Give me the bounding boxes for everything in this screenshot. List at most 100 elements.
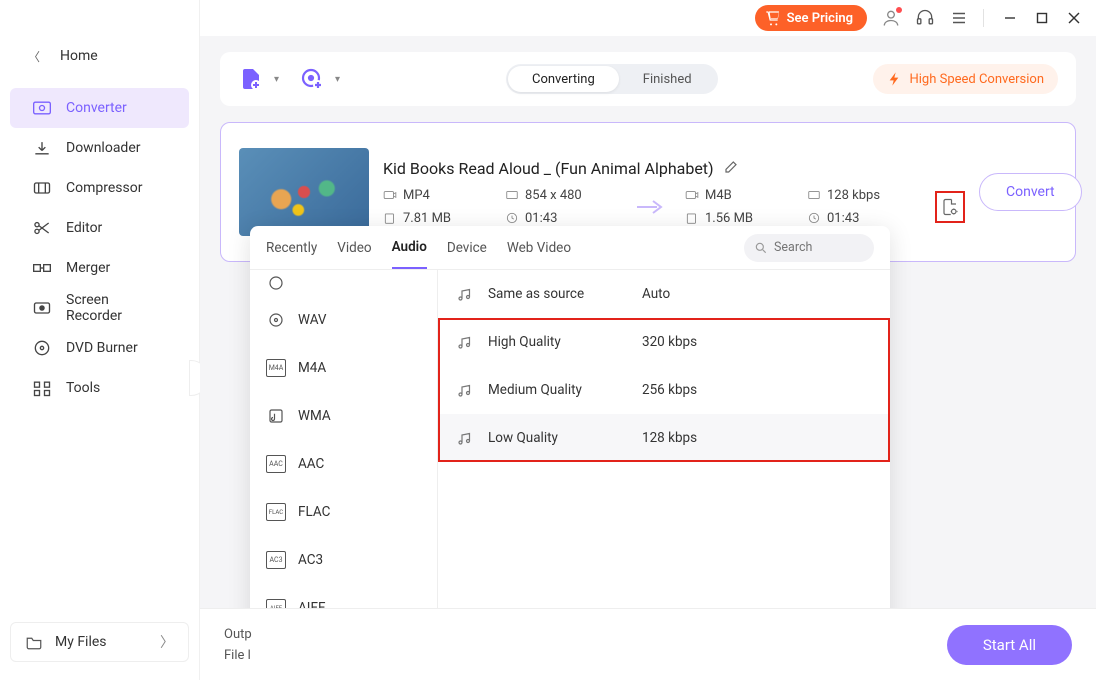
ptab-device[interactable]: Device xyxy=(447,226,487,269)
format-item-m4a[interactable]: M4AM4A xyxy=(250,344,437,392)
account-icon[interactable] xyxy=(881,8,901,28)
see-pricing-button[interactable]: See Pricing xyxy=(755,5,867,31)
separator xyxy=(983,9,984,27)
m4a-icon: M4A xyxy=(266,359,286,377)
add-disc-caret[interactable]: ▾ xyxy=(335,74,340,85)
music-note-icon xyxy=(456,430,474,446)
sidebar-item-screen-recorder[interactable]: Screen Recorder xyxy=(10,288,189,328)
src-size: 7.81 MB xyxy=(403,211,451,226)
back-chevron-icon[interactable]: 〈 xyxy=(28,48,40,65)
search-icon xyxy=(754,241,768,255)
sidebar-item-downloader[interactable]: Downloader xyxy=(10,128,189,168)
add-file-button[interactable] xyxy=(238,66,264,92)
popover-tabs: Recently Video Audio Device Web Video xyxy=(250,226,890,270)
add-file-caret[interactable]: ▾ xyxy=(274,74,279,85)
dst-size: 1.56 MB xyxy=(705,211,753,226)
sidebar-label: Tools xyxy=(66,380,100,396)
ac3-icon: AC3 xyxy=(266,551,286,569)
edit-icon[interactable] xyxy=(722,160,738,176)
output-settings-button[interactable] xyxy=(935,191,965,223)
recorder-icon xyxy=(32,299,52,317)
quality-low[interactable]: Low Quality 128 kbps xyxy=(438,414,890,462)
high-speed-badge[interactable]: High Speed Conversion xyxy=(873,64,1058,94)
sidebar-item-dvd-burner[interactable]: DVD Burner xyxy=(10,328,189,368)
tab-converting[interactable]: Converting xyxy=(508,66,619,92)
file-info-row: MP4 7.81 MB 854 x 480 01:43 M4B 1.56 MB … xyxy=(383,188,965,226)
my-files-label: My Files xyxy=(55,634,107,650)
sidebar-item-compressor[interactable]: Compressor xyxy=(10,168,189,208)
disc-icon xyxy=(266,311,286,329)
tab-switch: Converting Finished xyxy=(506,64,718,94)
format-item-ac3[interactable]: AC3AC3 xyxy=(250,536,437,584)
music-note-icon xyxy=(456,334,474,350)
sidebar-label: Compressor xyxy=(66,180,142,196)
sidebar-item-converter[interactable]: Converter xyxy=(10,88,189,128)
ptab-audio[interactable]: Audio xyxy=(392,226,427,269)
music-note-icon xyxy=(456,382,474,398)
filelist-label: File l xyxy=(224,648,274,663)
clock-icon xyxy=(807,211,821,225)
quality-value: 128 kbps xyxy=(642,430,697,446)
dst-duration: 01:43 xyxy=(827,211,859,226)
sidebar-label: Screen Recorder xyxy=(66,292,167,324)
tab-finished[interactable]: Finished xyxy=(619,66,716,92)
arrow-right-icon xyxy=(635,197,665,217)
format-item-prev[interactable] xyxy=(250,270,437,296)
sidebar-label: Editor xyxy=(66,220,102,236)
topbar: ▾ ▾ Converting Finished High Speed Conve… xyxy=(220,52,1076,106)
format-item-wav[interactable]: WAV xyxy=(250,296,437,344)
file-icon xyxy=(383,211,397,225)
disc-icon xyxy=(32,339,52,357)
clock-icon xyxy=(505,211,519,225)
menu-icon[interactable] xyxy=(949,8,969,28)
format-item-flac[interactable]: FLACFLAC xyxy=(250,488,437,536)
search-input[interactable] xyxy=(774,240,854,255)
folder-icon xyxy=(25,634,43,650)
ptab-recently[interactable]: Recently xyxy=(266,226,317,269)
sidebar-item-editor[interactable]: Editor xyxy=(10,208,189,248)
ptab-web-video[interactable]: Web Video xyxy=(507,226,571,269)
window-controls xyxy=(1002,10,1082,26)
hsc-label: High Speed Conversion xyxy=(909,72,1044,87)
sidebar-home[interactable]: 〈 Home xyxy=(10,36,189,76)
src-resolution: 854 x 480 xyxy=(525,188,582,203)
lightning-icon xyxy=(887,71,903,87)
file-title: Kid Books Read Aloud _ (Fun Animal Alpha… xyxy=(383,159,714,178)
quality-value: 320 kbps xyxy=(642,334,697,350)
add-disc-button[interactable] xyxy=(299,66,325,92)
grid-icon xyxy=(32,379,52,397)
start-all-button[interactable]: Start All xyxy=(947,625,1072,665)
maximize-button[interactable] xyxy=(1034,10,1050,26)
cart-icon xyxy=(765,10,781,26)
quality-high[interactable]: High Quality 320 kbps xyxy=(438,318,890,366)
src-duration: 01:43 xyxy=(525,211,557,226)
video-thumbnail[interactable] xyxy=(239,148,369,236)
close-button[interactable] xyxy=(1066,10,1082,26)
flac-icon: FLAC xyxy=(266,503,286,521)
dst-format: M4B xyxy=(705,188,732,203)
quality-same[interactable]: Same as source Auto xyxy=(438,270,890,318)
src-format: MP4 xyxy=(403,188,430,203)
format-item-aac[interactable]: AACAAC xyxy=(250,440,437,488)
convert-button[interactable]: Convert xyxy=(979,173,1082,211)
sidebar-label: Downloader xyxy=(66,140,141,156)
sidebar-item-tools[interactable]: Tools xyxy=(10,368,189,408)
my-files-button[interactable]: My Files 〉 xyxy=(10,622,189,662)
quality-medium[interactable]: Medium Quality 256 kbps xyxy=(438,366,890,414)
dst-bitrate: 128 kbps xyxy=(827,188,880,203)
aac-icon: AAC xyxy=(266,455,286,473)
main-area: ▾ ▾ Converting Finished High Speed Conve… xyxy=(200,36,1096,680)
ptab-video[interactable]: Video xyxy=(337,226,371,269)
minimize-button[interactable] xyxy=(1002,10,1018,26)
sidebar-label: Merger xyxy=(66,260,110,276)
search-box[interactable] xyxy=(744,234,874,262)
download-icon xyxy=(32,139,52,157)
format-item-wma[interactable]: WMA xyxy=(250,392,437,440)
file-gear-icon xyxy=(941,197,959,217)
file-icon xyxy=(685,211,699,225)
sidebar-item-merger[interactable]: Merger xyxy=(10,248,189,288)
note-icon xyxy=(266,407,286,425)
bitrate-icon xyxy=(807,188,821,202)
file-meta: Kid Books Read Aloud _ (Fun Animal Alpha… xyxy=(383,159,965,226)
headset-icon[interactable] xyxy=(915,8,935,28)
